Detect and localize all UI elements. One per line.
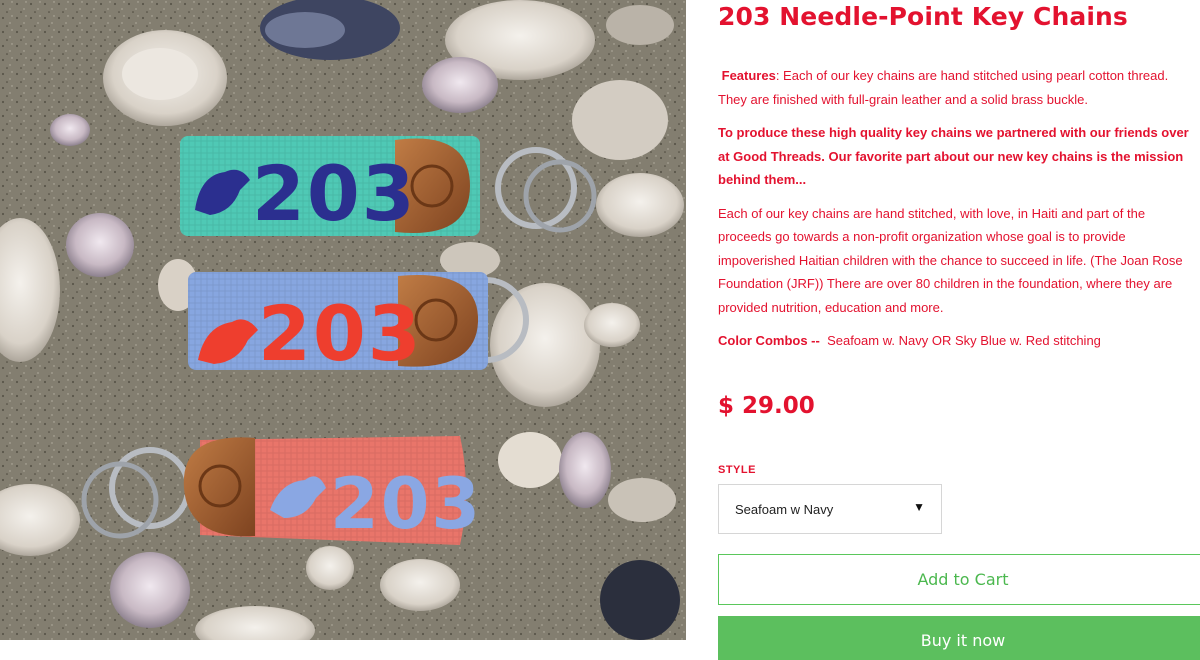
- product-title: 203 Needle-Point Key Chains: [718, 2, 1128, 31]
- product-page: 203 203 203 203 Needle-Point Key Chains …: [0, 0, 1200, 660]
- product-photo-graphic: 203 203 203: [0, 0, 686, 640]
- color-combos-text: Seafoam w. Navy OR Sky Blue w. Red stitc…: [827, 333, 1101, 348]
- chevron-down-icon: ▼: [913, 500, 925, 514]
- style-select[interactable]: Seafoam w Navy ▼: [718, 484, 942, 534]
- svg-text:203: 203: [330, 463, 482, 545]
- add-to-cart-button[interactable]: Add to Cart: [718, 554, 1200, 605]
- keychain-sky-blue: 203: [188, 272, 529, 378]
- features-label: Features: [721, 68, 776, 83]
- product-info-panel: 203 Needle-Point Key Chains Features: Ea…: [718, 0, 1200, 660]
- partner-text: To produce these high quality key chains…: [718, 125, 1189, 187]
- style-label: STYLE: [718, 464, 756, 476]
- features-paragraph: Features: Each of our key chains are han…: [718, 64, 1196, 111]
- buy-now-button[interactable]: Buy it now: [718, 616, 1200, 660]
- style-selected-value: Seafoam w Navy: [735, 502, 834, 517]
- mission-paragraph: Each of our key chains are hand stitched…: [718, 205, 1183, 315]
- svg-text:203: 203: [258, 289, 423, 378]
- product-price: $ 29.00: [718, 393, 815, 419]
- svg-text:203: 203: [252, 149, 417, 238]
- color-combos-paragraph: Color Combos -- Seafoam w. Navy OR Sky B…: [718, 329, 1196, 353]
- product-image[interactable]: 203 203 203: [0, 0, 686, 640]
- partner-paragraph: To produce these high quality key chains…: [718, 121, 1196, 192]
- features-text: : Each of our key chains are hand stitch…: [718, 68, 1169, 107]
- product-description: Features: Each of our key chains are han…: [718, 64, 1196, 363]
- color-combos-label: Color Combos --: [718, 333, 820, 348]
